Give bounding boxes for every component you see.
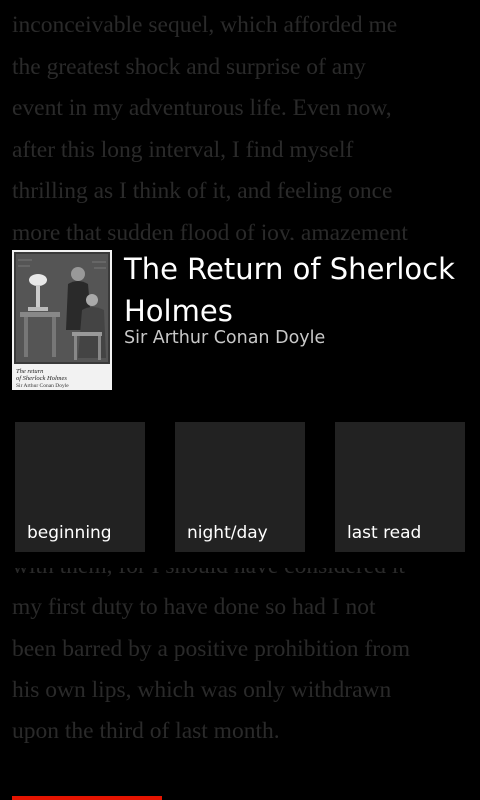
- reader-line: event in my adventurous life. Even now,: [12, 95, 392, 121]
- reader-line: been barred by a positive prohibition fr…: [12, 636, 411, 662]
- reader-line: the greatest shock and surprise of any: [12, 54, 366, 80]
- reader-line: his own lips, which was only withdrawn: [12, 677, 392, 703]
- beginning-button[interactable]: beginning: [15, 422, 145, 552]
- reader-line: thrilling as I think of it, and feeling …: [12, 178, 393, 204]
- book-author: Sir Arthur Conan Doyle: [124, 328, 326, 348]
- cover-illustration: The return of Sherlock Holmes Sir Arthur…: [12, 250, 112, 390]
- cover-caption-line: Sir Arthur Conan Doyle: [16, 383, 69, 389]
- reading-progress-bar: [12, 796, 162, 800]
- cover-caption-line: The return: [16, 368, 43, 375]
- beginning-button-label: beginning: [27, 523, 112, 543]
- reader-line: after this long interval, I find myself: [12, 137, 354, 163]
- cover-caption-line: of Sherlock Holmes: [16, 375, 67, 382]
- last-read-button-label: last read: [347, 523, 422, 543]
- night-day-button-label: night/day: [187, 523, 268, 543]
- reader-line: inconceivable sequel, which afforded me: [12, 12, 398, 38]
- night-day-button[interactable]: night/day: [175, 422, 305, 552]
- book-title: The Return of Sherlock Holmes: [124, 252, 455, 328]
- book-info-panel: The return of Sherlock Holmes Sir Arthur…: [0, 240, 480, 568]
- reader-line: my first duty to have done so had I not: [12, 594, 376, 620]
- last-read-button[interactable]: last read: [335, 422, 465, 552]
- reader-line: upon the third of last month.: [12, 718, 280, 744]
- book-cover: The return of Sherlock Holmes Sir Arthur…: [12, 250, 112, 390]
